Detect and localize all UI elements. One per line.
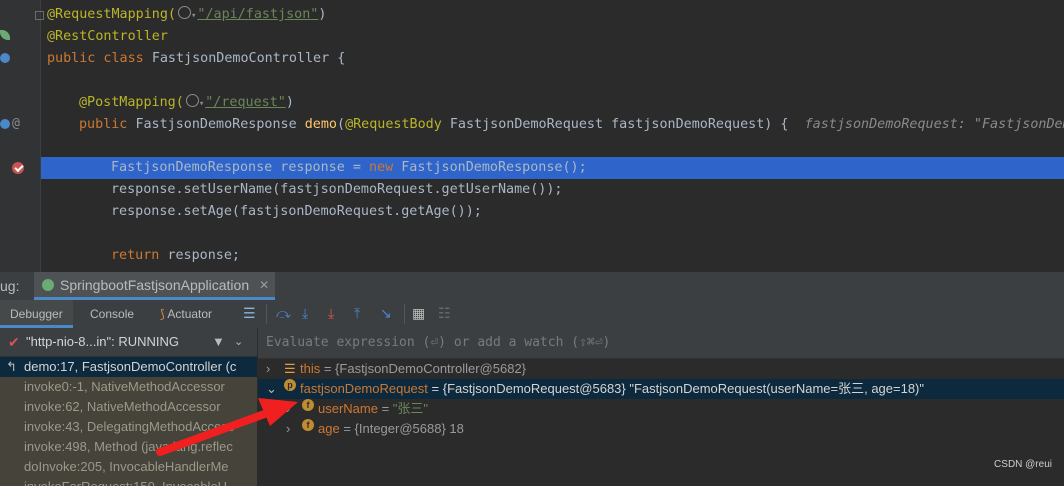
menu-lines-icon[interactable]: ☰ bbox=[243, 305, 259, 321]
variable-row[interactable]: › f age = {Integer@5688} 18 bbox=[258, 419, 1064, 439]
close-icon[interactable]: ✕ bbox=[259, 271, 269, 299]
run-config-label: SpringbootFastjsonApplication bbox=[60, 276, 250, 293]
code-editor[interactable]: @RequestMapping(▾"/api/fastjson") @RestC… bbox=[0, 0, 1064, 272]
web-endpoint-icon[interactable] bbox=[0, 119, 10, 129]
watermark: CSDN @reui bbox=[994, 459, 1052, 470]
url-string[interactable]: "/request" bbox=[205, 95, 286, 110]
tab-debugger[interactable]: Debugger bbox=[0, 300, 73, 328]
step-into-icon[interactable]: ⤓ bbox=[302, 305, 318, 321]
code-line-12: return response; bbox=[111, 248, 240, 263]
run-to-cursor-icon[interactable]: ↘ bbox=[380, 305, 396, 321]
thread-selector[interactable]: ✔ "http-nio-8...in": RUNNING ▼ ⌄ bbox=[0, 328, 257, 357]
actuator-icon: ⟆ bbox=[160, 307, 165, 321]
code-line-2: @RestController bbox=[0, 26, 1064, 48]
list-icon: ☰ bbox=[284, 361, 296, 376]
variable-row-selected[interactable]: ⌄ p fastjsonDemoRequest = {FastjsonDemoR… bbox=[258, 379, 1064, 399]
evaluate-expression-input[interactable]: Evaluate expression (⏎) or add a watch (… bbox=[258, 328, 1064, 359]
fold-marker-icon[interactable] bbox=[35, 11, 44, 20]
force-step-into-icon[interactable]: ⤓ bbox=[328, 305, 344, 321]
stack-frame[interactable]: invoke:43, DelegatingMethodAccess bbox=[0, 417, 257, 437]
thread-label: "http-nio-8...in": RUNNING bbox=[26, 334, 179, 349]
step-out-icon[interactable]: ⤒ bbox=[354, 305, 370, 321]
trace-stream-icon[interactable]: ☷ bbox=[438, 305, 454, 321]
field-icon: f bbox=[302, 399, 314, 411]
return-arrow-icon: ↰ bbox=[6, 359, 17, 374]
inline-value-hint: fastjsonDemoRequest: "FastjsonDem bbox=[804, 117, 1064, 132]
run-config-tab[interactable]: SpringbootFastjsonApplication ✕ bbox=[34, 271, 276, 300]
debug-label: ug: bbox=[0, 278, 20, 294]
variable-row[interactable]: › ☰ this = {FastjsonDemoController@5682} bbox=[258, 359, 1064, 379]
url-string[interactable]: "/api/fastjson" bbox=[197, 7, 318, 22]
chevron-down-icon[interactable]: ▾ bbox=[191, 11, 196, 21]
field-icon: f bbox=[302, 419, 314, 431]
code-line-5: @PostMapping(▾"/request") bbox=[79, 94, 294, 110]
chevron-down-icon[interactable]: ⌄ bbox=[234, 328, 243, 356]
globe-icon[interactable] bbox=[185, 94, 199, 107]
code-line-1: @RequestMapping(▾"/api/fastjson") bbox=[47, 6, 327, 22]
chevron-right-icon[interactable]: › bbox=[266, 359, 270, 379]
stack-frame[interactable]: invokeForRequest:150, InvocableH bbox=[0, 477, 257, 486]
chevron-right-icon[interactable]: › bbox=[286, 419, 290, 439]
debug-toolbar: Debugger Console ⟆ Actuator ☰ ⤼ ⤓ ⤓ ⤒ ↘ … bbox=[0, 300, 1064, 329]
stack-frame[interactable]: invoke:498, Method (java.lang.reflec bbox=[0, 437, 257, 457]
at-override-icon[interactable]: @ bbox=[12, 116, 20, 131]
stack-frame[interactable]: invoke0:-1, NativeMethodAccessor bbox=[0, 377, 257, 397]
chevron-down-icon[interactable]: ▾ bbox=[199, 99, 204, 109]
variable-row[interactable]: › f userName = "张三" bbox=[258, 399, 1064, 419]
stack-frame[interactable]: invoke:62, NativeMethodAccessor bbox=[0, 397, 257, 417]
code-area[interactable]: @RequestMapping(▾"/api/fastjson") @RestC… bbox=[0, 0, 1064, 272]
stack-frame[interactable]: doInvoke:205, InvocableHandlerMe bbox=[0, 457, 257, 477]
frames-pane: ✔ "http-nio-8...in": RUNNING ▼ ⌄ ↰ demo:1… bbox=[0, 328, 258, 486]
annotation: @RestController bbox=[47, 29, 168, 44]
chevron-right-icon[interactable]: › bbox=[286, 399, 290, 419]
stack-frame[interactable]: ↰ demo:17, FastjsonDemoController (c bbox=[0, 357, 257, 377]
filter-icon[interactable]: ▼ bbox=[212, 328, 225, 356]
step-over-icon[interactable]: ⤼ bbox=[276, 305, 292, 321]
chevron-down-icon[interactable]: ⌄ bbox=[266, 379, 277, 399]
evaluate-expression-icon[interactable]: ▦ bbox=[412, 305, 428, 321]
annotation: @RequestMapping( bbox=[47, 7, 176, 22]
variables-pane: Evaluate expression (⏎) or add a watch (… bbox=[258, 328, 1064, 486]
parameter-icon: p bbox=[284, 379, 296, 391]
web-endpoint-icon[interactable] bbox=[0, 53, 10, 63]
tab-actuator[interactable]: ⟆ Actuator bbox=[160, 300, 212, 328]
debug-title-bar: ug: SpringbootFastjsonApplication ✕ bbox=[0, 272, 1064, 301]
globe-icon[interactable] bbox=[178, 6, 191, 19]
code-line-10: response.setAge(fastjsonDemoRequest.getA… bbox=[111, 204, 482, 219]
code-line-3: public class FastjsonDemoController { bbox=[47, 51, 346, 66]
breakpoint-icon[interactable] bbox=[12, 162, 24, 174]
code-line-9: response.setUserName(fastjsonDemoRequest… bbox=[111, 182, 563, 197]
spring-boot-icon bbox=[42, 278, 54, 291]
check-icon: ✔ bbox=[8, 334, 20, 350]
debug-panel: ug: SpringbootFastjsonApplication ✕ Debu… bbox=[0, 272, 1064, 486]
tab-console[interactable]: Console bbox=[90, 300, 134, 328]
code-line-8: FastjsonDemoResponse response = new Fast… bbox=[111, 160, 587, 175]
code-line-6: public FastjsonDemoResponse demo(@Reques… bbox=[0, 114, 1064, 136]
